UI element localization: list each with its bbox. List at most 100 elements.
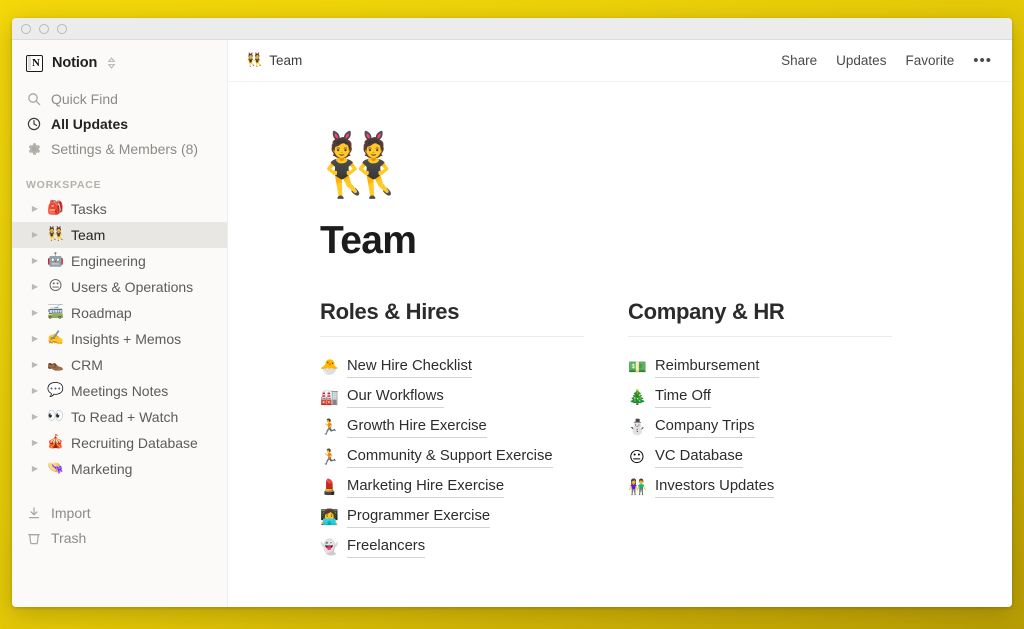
link-emoji-icon: 👩‍💻 xyxy=(320,508,339,527)
chevron-up-down-icon xyxy=(107,57,116,69)
page-emoji-icon: 😐 xyxy=(48,278,63,295)
page-link-label: Investors Updates xyxy=(655,477,775,499)
favorite-button[interactable]: Favorite xyxy=(905,53,954,68)
column-divider xyxy=(628,335,892,337)
share-button[interactable]: Share xyxy=(781,53,817,68)
topbar-actions: Share Updates Favorite ••• xyxy=(781,53,992,68)
expand-caret-icon[interactable]: ▶ xyxy=(30,231,40,239)
expand-caret-icon[interactable]: ▶ xyxy=(30,205,40,213)
page-icon[interactable]: 👯 xyxy=(320,134,397,196)
sidebar-page-label: Engineering xyxy=(71,253,146,269)
window-titlebar[interactable] xyxy=(12,18,1012,40)
sidebar-page-meetings-notes[interactable]: ▶ 💬 Meetings Notes xyxy=(12,378,227,404)
trash-icon xyxy=(26,530,41,545)
sidebar-item-quick-find[interactable]: Quick Find xyxy=(12,86,227,111)
sidebar-page-recruiting-database[interactable]: ▶ 🎪 Recruiting Database xyxy=(12,430,227,456)
column-divider xyxy=(320,335,584,337)
expand-caret-icon[interactable]: ▶ xyxy=(30,361,40,369)
expand-caret-icon[interactable]: ▶ xyxy=(30,439,40,447)
page-emoji-icon: 👒 xyxy=(47,460,64,477)
traffic-light-group xyxy=(21,23,67,34)
page-emoji-icon: 👞 xyxy=(47,356,64,373)
expand-caret-icon[interactable]: ▶ xyxy=(30,465,40,473)
sidebar-page-insights-memos[interactable]: ▶ ✍️ Insights + Memos xyxy=(12,326,227,352)
zoom-window-button[interactable] xyxy=(57,23,67,34)
sidebar-item-label: Settings & Members (8) xyxy=(51,140,199,157)
minimize-window-button[interactable] xyxy=(39,23,49,34)
link-emoji-icon: 💄 xyxy=(320,478,339,497)
sidebar-page-label: Roadmap xyxy=(71,305,132,321)
page-link-marketing-hire-exercise[interactable]: 💄 Marketing Hire Exercise xyxy=(320,473,584,503)
sidebar-page-marketing[interactable]: ▶ 👒 Marketing xyxy=(12,456,227,482)
page-title[interactable]: Team xyxy=(320,219,1012,263)
breadcrumb-emoji-icon: 👯 xyxy=(246,53,263,68)
sidebar-page-label: Meetings Notes xyxy=(71,383,169,399)
sidebar-page-engineering[interactable]: ▶ 🤖 Engineering xyxy=(12,248,227,274)
page-emoji-icon: 🎒 xyxy=(47,200,64,217)
page-link-reimbursement[interactable]: 💵 Reimbursement xyxy=(628,353,892,383)
workspace-switcher[interactable]: N Notion xyxy=(12,48,227,78)
page-link-vc-database[interactable]: 😐 VC Database xyxy=(628,443,892,473)
sidebar-item-settings-members[interactable]: Settings & Members (8) xyxy=(12,136,227,161)
sidebar-page-tasks[interactable]: ▶ 🎒 Tasks xyxy=(12,196,227,222)
expand-caret-icon[interactable]: ▶ xyxy=(30,335,40,343)
link-emoji-icon: 🏭 xyxy=(320,388,339,407)
notion-app-window: N Notion Quick Find All Updates Settings… xyxy=(12,18,1012,607)
expand-caret-icon[interactable]: ▶ xyxy=(30,387,40,395)
breadcrumb[interactable]: 👯 Team xyxy=(246,53,302,68)
sidebar-page-to-read-watch[interactable]: ▶ 👀 To Read + Watch xyxy=(12,404,227,430)
sidebar-bottom-actions: Import Trash xyxy=(12,500,227,550)
page-link-label: Marketing Hire Exercise xyxy=(347,477,505,499)
sidebar-item-label: All Updates xyxy=(51,115,129,132)
page-link-programmer-exercise[interactable]: 👩‍💻 Programmer Exercise xyxy=(320,503,584,533)
page-emoji-icon: ✍️ xyxy=(47,330,64,347)
sidebar-page-roadmap[interactable]: ▶ 🚎 Roadmap xyxy=(12,300,227,326)
page-link-our-workflows[interactable]: 🏭 Our Workflows xyxy=(320,383,584,413)
expand-caret-icon[interactable]: ▶ xyxy=(30,413,40,421)
page-link-label: Programmer Exercise xyxy=(347,507,491,529)
sidebar-page-users-operations[interactable]: ▶ 😐 Users & Operations xyxy=(12,274,227,300)
page-link-company-trips[interactable]: ⛄ Company Trips xyxy=(628,413,892,443)
page-link-label: Community & Support Exercise xyxy=(347,447,553,469)
page-link-label: Freelancers xyxy=(347,537,426,559)
desktop-backdrop: N Notion Quick Find All Updates Settings… xyxy=(0,0,1024,629)
page-link-label: Growth Hire Exercise xyxy=(347,417,487,439)
breadcrumb-label: Team xyxy=(269,53,303,68)
page-link-community-support-exercise[interactable]: 🏃 Community & Support Exercise xyxy=(320,443,584,473)
column-heading: Roles & Hires xyxy=(320,298,460,324)
expand-caret-icon[interactable]: ▶ xyxy=(30,257,40,265)
sidebar-page-team[interactable]: ▶ 👯 Team xyxy=(12,222,227,248)
content-area: 👯 Team Share Updates Favorite ••• 👯 Team xyxy=(228,40,1012,607)
close-window-button[interactable] xyxy=(21,23,31,34)
sidebar-item-trash[interactable]: Trash xyxy=(12,525,227,550)
content-topbar: 👯 Team Share Updates Favorite ••• xyxy=(228,40,1012,82)
page-link-investors-updates[interactable]: 👫 Investors Updates xyxy=(628,473,892,503)
page-emoji-icon: 🚎 xyxy=(47,304,64,321)
download-icon xyxy=(26,505,41,520)
updates-button[interactable]: Updates xyxy=(836,53,886,68)
page-link-label: Our Workflows xyxy=(347,387,444,409)
sidebar-page-crm[interactable]: ▶ 👞 CRM xyxy=(12,352,227,378)
page-emoji-icon: 🎪 xyxy=(47,434,64,451)
page-link-new-hire-checklist[interactable]: 🐣 New Hire Checklist xyxy=(320,353,584,383)
ellipsis-icon[interactable]: ••• xyxy=(973,53,992,68)
sidebar-item-import[interactable]: Import xyxy=(12,500,227,525)
column-company-and-hr: Company & HR 💵 Reimbursement 🎄 Time Off xyxy=(628,299,892,563)
workspace-name: Notion xyxy=(52,55,98,71)
page-link-freelancers[interactable]: 👻 Freelancers xyxy=(320,533,584,563)
link-emoji-icon: 💵 xyxy=(628,358,647,377)
sidebar-page-list: ▶ 🎒 Tasks ▶ 👯 Team ▶ 🤖 Engineering ▶ 😐 U… xyxy=(12,196,227,482)
sidebar-nav: Quick Find All Updates Settings & Member… xyxy=(12,86,227,161)
page-link-time-off[interactable]: 🎄 Time Off xyxy=(628,383,892,413)
expand-caret-icon[interactable]: ▶ xyxy=(30,283,40,291)
clock-icon xyxy=(26,116,41,131)
page-emoji-icon: 👯 xyxy=(47,226,64,243)
link-emoji-icon: 👫 xyxy=(628,478,647,497)
sidebar-item-all-updates[interactable]: All Updates xyxy=(12,111,227,136)
page-emoji-icon: 🤖 xyxy=(47,252,64,269)
page-link-growth-hire-exercise[interactable]: 🏃 Growth Hire Exercise xyxy=(320,413,584,443)
link-emoji-icon: ⛄ xyxy=(628,418,647,437)
page-link-label: Company Trips xyxy=(655,417,755,439)
sidebar-page-label: CRM xyxy=(71,357,103,373)
expand-caret-icon[interactable]: ▶ xyxy=(30,309,40,317)
